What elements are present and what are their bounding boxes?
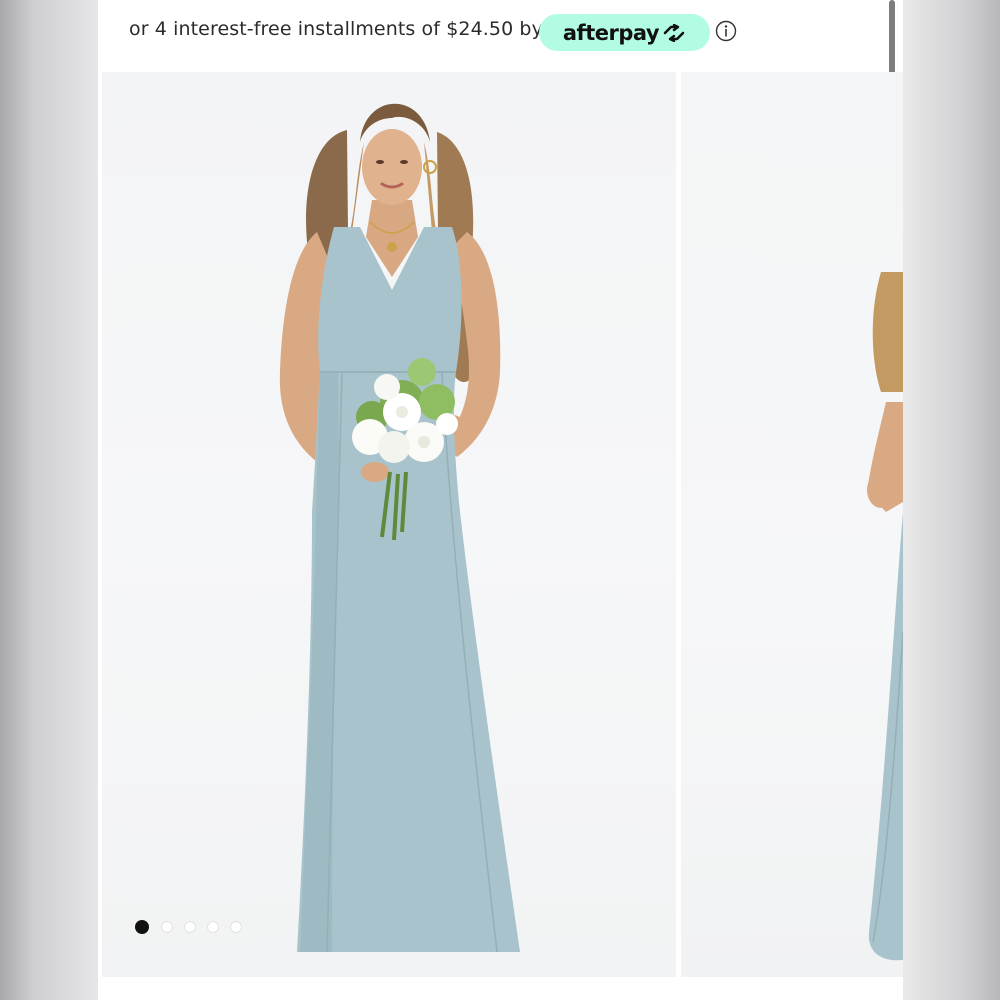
content-below: [98, 977, 903, 1000]
installments-text: or 4 interest-free installments of $24.5…: [129, 18, 543, 40]
product-image-main[interactable]: [102, 72, 676, 977]
product-gallery[interactable]: [98, 72, 903, 977]
product-page: or 4 interest-free installments of $24.5…: [98, 0, 903, 1000]
carousel-dot-5[interactable]: [231, 922, 241, 932]
backdrop-left: [0, 0, 98, 1000]
product-image-next[interactable]: [681, 72, 903, 977]
afterpay-logo: afterpay: [562, 20, 660, 45]
backdrop-right: [903, 0, 1000, 1000]
carousel-dot-4[interactable]: [208, 922, 218, 932]
carousel-dots: [135, 920, 241, 934]
afterpay-badge[interactable]: afterpay: [539, 14, 710, 51]
model-photo: [279, 103, 520, 953]
carousel-dot-2[interactable]: [162, 922, 172, 932]
carousel-dot-1[interactable]: [135, 920, 149, 934]
model-photo-next: [867, 272, 903, 961]
info-icon[interactable]: [715, 20, 737, 42]
afterpay-banner: or 4 interest-free installments of $24.5…: [98, 0, 903, 72]
afterpay-arrows-icon: [663, 23, 685, 42]
carousel-dot-3[interactable]: [185, 922, 195, 932]
